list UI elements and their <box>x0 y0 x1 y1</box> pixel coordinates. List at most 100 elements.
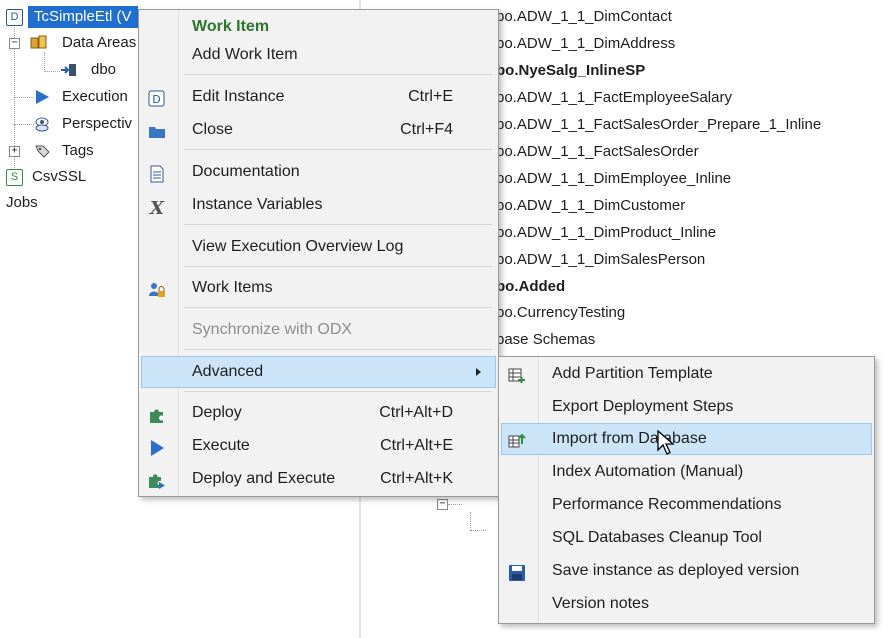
puzzle-icon <box>148 405 166 423</box>
menu-separator <box>184 391 492 392</box>
floppy-disk-icon <box>508 563 526 581</box>
tree-item-label: Tags <box>62 142 94 159</box>
menu-item-execute[interactable]: Execute Ctrl+Alt+E <box>142 431 495 461</box>
menu-item-label: Deploy <box>192 404 242 421</box>
menu-item-documentation[interactable]: Documentation <box>142 157 495 187</box>
menu-item-label: Deploy and Execute <box>192 470 336 487</box>
instance-d-icon: D <box>6 9 23 26</box>
collapse-toggle[interactable]: − <box>9 38 20 49</box>
menu-separator <box>184 307 492 308</box>
list-item[interactable]: bo.ADW_1_1_DimContact <box>496 4 672 30</box>
list-item[interactable]: bo.ADW_1_1_DimEmployee_Inline <box>496 166 731 192</box>
expand-toggle[interactable]: + <box>9 146 20 157</box>
list-item[interactable]: bo.CurrencyTesting <box>496 300 625 326</box>
mouse-pointer-icon <box>657 430 675 455</box>
menu-item-deploy[interactable]: Deploy Ctrl+Alt+D <box>142 398 495 428</box>
menu-item-synchronize-odx: Synchronize with ODX <box>142 315 495 345</box>
play-icon <box>148 438 166 456</box>
list-item[interactable]: bo.ADW_1_1_FactSalesOrder_Prepare_1_Inli… <box>496 112 821 138</box>
tree-item-label: Jobs <box>6 194 38 211</box>
tags-icon <box>35 145 50 158</box>
folder-icon <box>148 122 166 140</box>
menu-item-label: View Execution Overview Log <box>192 238 404 255</box>
puzzle-play-icon <box>148 471 166 489</box>
menu-item-instance-variables[interactable]: X Instance Variables <box>142 190 495 220</box>
perspectives-eye-icon <box>35 117 49 132</box>
menu-item-shortcut: Ctrl+Alt+K <box>380 470 453 487</box>
menu-item-save-deployed-version[interactable]: Save instance as deployed version <box>502 556 871 586</box>
list-item[interactable]: bo.ADW_1_1_DimSalesPerson <box>496 247 705 273</box>
menu-item-label: Advanced <box>192 363 264 380</box>
tree-line <box>470 512 471 530</box>
list-item[interactable]: bo.ADW_1_1_DimCustomer <box>496 193 685 219</box>
menu-item-label: Index Automation (Manual) <box>552 463 744 480</box>
context-menu: Work Item Add Work Item D Edit Instance … <box>138 9 499 497</box>
menu-item-label: Version notes <box>552 595 649 612</box>
list-item[interactable]: bo.NyeSalg_InlineSP <box>496 58 645 84</box>
menu-item-label: Work Item <box>192 18 270 35</box>
menu-item-label: Execute <box>192 437 250 454</box>
submenu-arrow-icon <box>476 368 481 376</box>
document-icon <box>148 164 166 183</box>
tree-line <box>14 97 34 98</box>
users-lock-icon <box>148 280 166 298</box>
menu-item-label: Instance Variables <box>192 196 323 213</box>
tree-item-label: Data Areas <box>62 34 137 51</box>
menu-item-close[interactable]: Close Ctrl+F4 <box>142 115 495 145</box>
menu-item-view-execution-log[interactable]: View Execution Overview Log <box>142 232 495 262</box>
list-item[interactable]: bo.ADW_1_1_DimProduct_Inline <box>496 220 716 246</box>
collapse-toggle[interactable]: − <box>437 499 448 510</box>
tree-line <box>448 504 462 505</box>
menu-item-label: Add Partition Template <box>552 365 713 382</box>
menu-item-add-partition-template[interactable]: Add Partition Template <box>502 359 871 389</box>
menu-item-label: Edit Instance <box>192 88 285 105</box>
execution-play-icon <box>36 90 49 104</box>
schema-icon <box>61 64 76 76</box>
menu-item-shortcut: Ctrl+E <box>408 88 453 105</box>
menu-item-shortcut: Ctrl+Alt+E <box>380 437 453 454</box>
menu-separator <box>184 224 492 225</box>
menu-separator <box>184 266 492 267</box>
menu-item-label: Synchronize with ODX <box>192 321 353 338</box>
d-badge-icon: D <box>148 89 166 107</box>
menu-item-edit-instance[interactable]: D Edit Instance Ctrl+E <box>142 82 495 112</box>
tree-item-label: Execution <box>62 88 128 105</box>
menu-item-label: SQL Databases Cleanup Tool <box>552 529 762 546</box>
import-icon <box>508 431 526 449</box>
tree-item-label: CsvSSL <box>32 168 87 185</box>
list-item[interactable]: bo.ADW_1_1_FactSalesOrder <box>496 139 699 165</box>
tree-line <box>14 124 34 125</box>
menu-item-export-deployment-steps[interactable]: Export Deployment Steps <box>502 392 871 422</box>
menu-separator <box>184 74 492 75</box>
svg-text:X: X <box>149 198 165 216</box>
menu-item-index-automation[interactable]: Index Automation (Manual) <box>502 457 871 487</box>
tree-line <box>44 71 60 72</box>
menu-item-label: Import from Database <box>552 430 707 447</box>
tree-item-label: dbo <box>91 61 117 78</box>
menu-item-work-items[interactable]: Work Items <box>142 273 495 303</box>
source-s-icon: S <box>6 169 23 186</box>
list-item[interactable]: bo.Added <box>496 274 565 300</box>
menu-item-shortcut: Ctrl+Alt+D <box>379 404 453 421</box>
x-variable-icon: X <box>148 197 166 219</box>
menu-item-label: Documentation <box>192 163 300 180</box>
list-item[interactable]: base Schemas <box>496 327 595 353</box>
menu-item-label: Add Work Item <box>192 46 298 63</box>
data-areas-icon <box>30 35 47 49</box>
menu-item-deploy-and-execute[interactable]: Deploy and Execute Ctrl+Alt+K <box>142 464 495 494</box>
menu-item-add-work-item[interactable]: Add Work Item <box>142 40 495 70</box>
tree-line <box>470 530 486 531</box>
menu-item-label: Performance Recommendations <box>552 496 782 513</box>
menu-item-label: Work Items <box>192 279 273 296</box>
menu-item-performance-recommendations[interactable]: Performance Recommendations <box>502 490 871 520</box>
menu-separator <box>184 349 492 350</box>
menu-item-version-notes[interactable]: Version notes <box>502 589 871 619</box>
tree-root-label: TcSimpleEtl (V <box>28 6 138 28</box>
list-item[interactable]: bo.ADW_1_1_DimAddress <box>496 31 675 57</box>
menu-item-import-from-database[interactable]: Import from Database <box>501 423 872 455</box>
list-item[interactable]: bo.ADW_1_1_FactEmployeeSalary <box>496 85 732 111</box>
svg-text:D: D <box>152 93 160 106</box>
menu-item-advanced[interactable]: Advanced <box>141 356 496 388</box>
menu-item-sql-cleanup-tool[interactable]: SQL Databases Cleanup Tool <box>502 523 871 553</box>
menu-separator <box>184 149 492 150</box>
